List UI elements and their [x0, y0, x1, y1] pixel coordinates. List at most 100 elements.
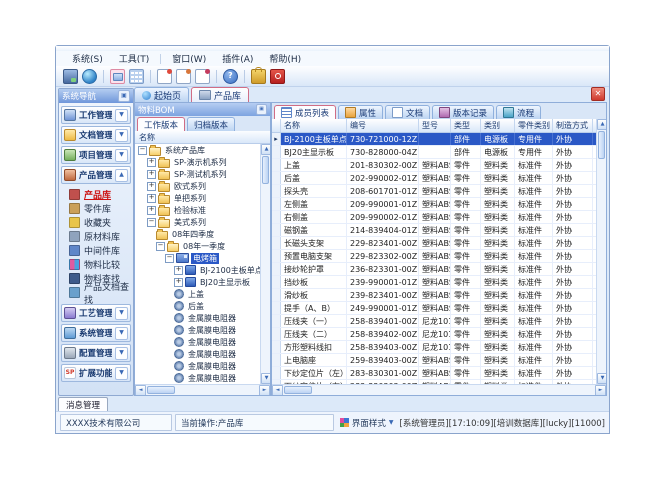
- table-row[interactable]: 长磁头支架229-823401-00Z塑料ABS零件塑料类标准件外协条: [272, 237, 596, 250]
- scroll-right-icon[interactable]: [259, 385, 270, 396]
- chevron-up-icon[interactable]: ▲: [115, 169, 128, 182]
- column-header[interactable]: 名称: [281, 119, 347, 132]
- sidebar-item-lib-blue[interactable]: 中间件库: [69, 244, 131, 257]
- chevron-down-icon[interactable]: ▼: [115, 347, 128, 360]
- table-row[interactable]: 压线夹（二）258-839402-00Z尼龙1010零件塑料类标准件外协条: [272, 328, 596, 341]
- scroll-up-icon[interactable]: [597, 119, 606, 130]
- table-row[interactable]: 方形塑料线扣258-839403-00Z尼龙1010零件塑料类标准件外协条: [272, 341, 596, 354]
- expand-icon[interactable]: +: [147, 170, 156, 179]
- scroll-thumb[interactable]: [284, 386, 312, 394]
- tree-node[interactable]: 金属膜电阻器: [135, 312, 260, 324]
- table-row[interactable]: 挡纱板239-990001-01Z塑料ABS零件塑料类标准件外协条: [272, 276, 596, 289]
- table-vertical-scrollbar[interactable]: [596, 119, 606, 384]
- expand-icon[interactable]: +: [174, 266, 183, 275]
- tree-node[interactable]: 上盖: [135, 288, 260, 300]
- expand-icon[interactable]: +: [147, 182, 156, 191]
- column-header[interactable]: 零件类别: [515, 119, 553, 132]
- sidebar-group-document[interactable]: 文档管理▼: [61, 126, 131, 144]
- tree-node[interactable]: −系统产品库: [135, 144, 260, 156]
- table-row[interactable]: 压线夹（一）258-839401-00Z尼龙1010零件塑料类标准件外协条: [272, 315, 596, 328]
- start-page-icon[interactable]: [63, 69, 78, 84]
- ui-style-button[interactable]: 界面样式 ▼: [337, 417, 397, 429]
- menu-item[interactable]: 系统(S): [64, 51, 111, 66]
- doc-revert-icon[interactable]: [195, 69, 210, 84]
- tree-column-header[interactable]: 名称: [135, 131, 270, 144]
- globe-icon[interactable]: [82, 69, 97, 84]
- table-row[interactable]: 上盖201-830302-00Z塑料ABS零件塑料类标准件外协条: [272, 159, 596, 172]
- table-horizontal-scrollbar[interactable]: [272, 384, 606, 395]
- doc-new-icon[interactable]: [157, 69, 172, 84]
- sidebar-item-lib-red[interactable]: 产品库: [69, 188, 131, 201]
- scroll-thumb[interactable]: [262, 156, 269, 184]
- sidebar-item-lib-gray[interactable]: 原材料库: [69, 230, 131, 243]
- tree-node[interactable]: 金属膜电阻器: [135, 336, 260, 348]
- tree-node[interactable]: 金属膜电阻器: [135, 360, 260, 372]
- table-row[interactable]: 后盖202-990002-01Z塑料ABS零件塑料类标准件外协条: [272, 172, 596, 185]
- table-row[interactable]: 下纱定位片（左）283-830301-00Z塑料ABS零件塑料类标准件外协条: [272, 367, 596, 380]
- tree-node[interactable]: 金属膜电阻器: [135, 324, 260, 336]
- sidebar-group-config[interactable]: 配置管理▼: [61, 344, 131, 362]
- tree-node[interactable]: +BJ20主显示板: [135, 276, 260, 288]
- chevron-down-icon[interactable]: ▼: [115, 367, 128, 380]
- tree-node[interactable]: +SP-测试机系列: [135, 168, 260, 180]
- chevron-down-icon[interactable]: ▼: [115, 129, 128, 142]
- lock-icon[interactable]: [251, 69, 266, 84]
- tree-node[interactable]: −美式系列: [135, 216, 260, 228]
- sidebar-group-project[interactable]: 项目管理▼: [61, 146, 131, 164]
- scroll-thumb[interactable]: [598, 131, 605, 159]
- expand-icon[interactable]: +: [147, 194, 156, 203]
- tree-node[interactable]: 金属膜电阻器: [135, 372, 260, 384]
- menu-item[interactable]: 帮助(H): [261, 51, 309, 66]
- sidebar-group-product[interactable]: 产品管理▲: [61, 166, 131, 184]
- chevron-down-icon[interactable]: ▼: [115, 327, 128, 340]
- expand-icon[interactable]: +: [147, 206, 156, 215]
- tree-node[interactable]: +SP-演示机系列: [135, 156, 260, 168]
- column-header[interactable]: 编号: [347, 119, 419, 132]
- tree-node[interactable]: −08年一季度: [135, 240, 260, 252]
- collapse-icon[interactable]: −: [147, 218, 156, 227]
- sidebar-group-sp[interactable]: 扩展功能▼: [61, 364, 131, 382]
- menu-item[interactable]: 插件(A): [214, 51, 261, 66]
- table-row[interactable]: 提手（A、B）249-990001-01Z塑料ABS零件塑料类标准件外协条: [272, 302, 596, 315]
- report-table-icon[interactable]: [129, 69, 144, 84]
- close-tab-button[interactable]: ✕: [591, 87, 605, 101]
- tree-vertical-scrollbar[interactable]: [260, 144, 270, 384]
- table-row[interactable]: 磁钢盖214-839404-01Z塑料ABS零件塑料类标准件外协条: [272, 224, 596, 237]
- sidebar-item-lib-brown[interactable]: 零件库: [69, 202, 131, 215]
- sidebar-item-compare[interactable]: 物料比较: [69, 258, 131, 271]
- members-tab[interactable]: 版本记录: [432, 105, 494, 119]
- doc-save-icon[interactable]: [176, 69, 191, 84]
- chevron-down-icon[interactable]: ▼: [115, 149, 128, 162]
- table-row[interactable]: 预置电脑支架229-823302-00Z塑料ABS零件塑料类标准件外协条: [272, 250, 596, 263]
- doc-tab-product-library[interactable]: 产品库: [191, 87, 249, 102]
- table-row[interactable]: 上电脑座259-839403-00Z塑料ABS零件塑料类标准件外协条: [272, 354, 596, 367]
- sidebar-item-doc-search[interactable]: 产品文档查找: [69, 286, 131, 299]
- scroll-right-icon[interactable]: [595, 385, 606, 396]
- pin-icon[interactable]: ▣: [256, 104, 267, 115]
- sidebar-group-craft[interactable]: 工艺管理▼: [61, 304, 131, 322]
- chevron-down-icon[interactable]: ▼: [115, 307, 128, 320]
- doc-tab-start-page[interactable]: 起始页: [134, 87, 189, 102]
- members-tab[interactable]: 流程: [496, 105, 541, 119]
- table-row[interactable]: 接纱轮护罩236-823301-00Z塑料ABS零件塑料类标准件外协条: [272, 263, 596, 276]
- chevron-down-icon[interactable]: ▼: [115, 109, 128, 122]
- scroll-thumb[interactable]: [147, 386, 175, 394]
- message-management-tab[interactable]: 消息管理: [58, 397, 108, 411]
- tree-node[interactable]: +单把系列: [135, 192, 260, 204]
- table-row[interactable]: BJ20主显示板730-828000-04Z部件电源板专用件外协颗: [272, 146, 596, 159]
- tree-node[interactable]: −电烤箱: [135, 252, 260, 264]
- members-tab[interactable]: 文档: [385, 105, 430, 119]
- collapse-icon[interactable]: −: [156, 242, 165, 251]
- members-tab[interactable]: 属性: [338, 105, 383, 119]
- table-row[interactable]: 滑纱板239-823401-00Z塑料ABS零件塑料类标准件外协条: [272, 289, 596, 302]
- table-row[interactable]: 右侧盖209-990002-01Z塑料ABS零件塑料类标准件外协条: [272, 211, 596, 224]
- tree-horizontal-scrollbar[interactable]: [135, 384, 270, 395]
- expand-icon[interactable]: +: [147, 158, 156, 167]
- pin-icon[interactable]: ▣: [118, 90, 130, 102]
- version-tab[interactable]: 工作版本: [137, 117, 185, 131]
- collapse-icon[interactable]: −: [165, 254, 174, 263]
- table-row[interactable]: 左侧盖209-990001-01Z塑料ABS零件塑料类标准件外协条: [272, 198, 596, 211]
- help-icon[interactable]: [223, 69, 238, 84]
- column-header[interactable]: 类型: [451, 119, 481, 132]
- folder-open-icon[interactable]: [110, 69, 125, 84]
